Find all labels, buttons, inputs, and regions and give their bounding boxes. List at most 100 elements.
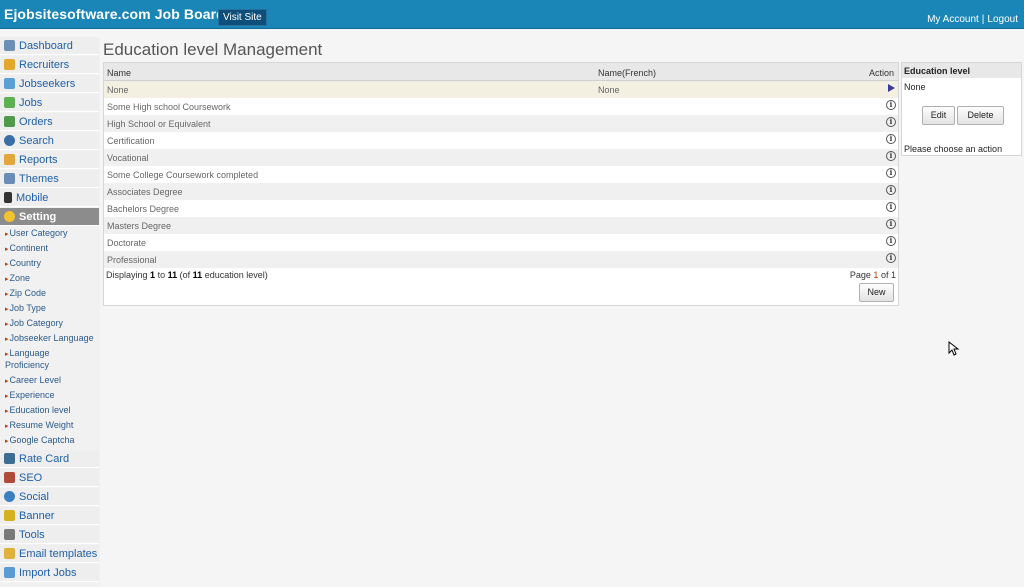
- sidebar-item-reports[interactable]: Reports: [0, 151, 99, 169]
- visit-site-button[interactable]: Visit Site: [218, 9, 267, 26]
- edit-button[interactable]: Edit: [922, 106, 955, 125]
- top-links-separator: |: [981, 14, 985, 25]
- selected-row-arrow-icon[interactable]: [886, 83, 896, 93]
- selected-value: None: [904, 82, 926, 92]
- sidebar-item-label: Email templates: [19, 547, 98, 560]
- sidebar-item-themes[interactable]: Themes: [0, 170, 99, 188]
- sidebar-item-recruiters[interactable]: Recruiters: [0, 56, 99, 74]
- cell-name: Masters Degree: [107, 221, 172, 231]
- sidebar-item-tools[interactable]: Tools: [0, 526, 99, 544]
- info-icon[interactable]: i: [886, 253, 896, 263]
- table-row[interactable]: High School or Equivalent i: [104, 115, 898, 132]
- info-icon[interactable]: i: [886, 202, 896, 212]
- sidebar-item-label: Orders: [19, 115, 53, 128]
- banner-icon: [4, 510, 15, 521]
- submenu-item-career-level[interactable]: ▸Career Level: [5, 375, 100, 387]
- site-brand[interactable]: Ejobsitesoftware.com Job Board: [4, 6, 225, 22]
- info-icon[interactable]: i: [886, 168, 896, 178]
- education-level-table: Name Name(French) Action None None Some …: [103, 62, 899, 306]
- info-icon[interactable]: i: [886, 100, 896, 110]
- delete-button[interactable]: Delete: [957, 106, 1004, 125]
- email-icon: [4, 548, 15, 559]
- detail-panel: Education level None Edit Delete Please …: [901, 62, 1022, 156]
- submenu-item-continent[interactable]: ▸Continent: [5, 243, 100, 255]
- table-row[interactable]: Some High school Coursework i: [104, 98, 898, 115]
- mobile-icon: [4, 192, 12, 203]
- submenu-item-zip-code[interactable]: ▸Zip Code: [5, 288, 100, 300]
- info-icon[interactable]: i: [886, 117, 896, 127]
- sidebar-item-rate-card[interactable]: Rate Card: [0, 450, 99, 468]
- cell-name: Bachelors Degree: [107, 204, 180, 214]
- recruiter-icon: [4, 59, 15, 70]
- cell-name: Some College Coursework completed: [107, 170, 259, 180]
- submenu-item-user-category[interactable]: ▸User Category: [5, 228, 100, 240]
- sidebar-item-mobile[interactable]: Mobile: [0, 189, 99, 207]
- table-row[interactable]: Professional i: [104, 251, 898, 268]
- table-row[interactable]: Certification i: [104, 132, 898, 149]
- submenu-item-jobseeker-language[interactable]: ▸Jobseeker Language: [5, 333, 100, 345]
- table-header: Name Name(French) Action: [104, 63, 898, 81]
- sidebar-item-email-templates[interactable]: Email templates: [0, 545, 99, 563]
- sidebar-item-jobseekers[interactable]: Jobseekers: [0, 75, 99, 93]
- info-icon[interactable]: i: [886, 236, 896, 246]
- sidebar-item-import-jobs[interactable]: Import Jobs: [0, 564, 99, 582]
- sidebar-item-label: Setting: [19, 210, 57, 223]
- sidebar-item-label: Themes: [19, 172, 59, 185]
- home-icon: [4, 40, 15, 51]
- cell-name-french: None: [598, 85, 620, 95]
- sidebar: Dashboard Recruiters Jobseekers Jobs Ord…: [0, 37, 100, 587]
- record-count: Displaying 1 to 11 (of 11 education leve…: [106, 270, 268, 280]
- table-row[interactable]: Bachelors Degree i: [104, 200, 898, 217]
- submenu-item-resume-weight[interactable]: ▸Resume Weight: [5, 420, 100, 432]
- info-icon[interactable]: i: [886, 134, 896, 144]
- submenu-item-zone[interactable]: ▸Zone: [5, 273, 100, 285]
- sidebar-item-jobs[interactable]: Jobs: [0, 94, 99, 112]
- table-row[interactable]: None None: [104, 81, 898, 98]
- info-icon[interactable]: i: [886, 151, 896, 161]
- reports-icon: [4, 154, 15, 165]
- jobseekers-icon: [4, 78, 15, 89]
- submenu-item-google-captcha[interactable]: ▸Google Captcha: [5, 435, 100, 447]
- sidebar-item-label: Tools: [19, 528, 45, 541]
- table-row[interactable]: Masters Degree i: [104, 217, 898, 234]
- table-row[interactable]: Associates Degree i: [104, 183, 898, 200]
- my-account-link[interactable]: My Account: [927, 14, 979, 25]
- submenu-item-job-category[interactable]: ▸Job Category: [5, 318, 100, 330]
- cell-name: Professional: [107, 255, 157, 265]
- panel-message: Please choose an action: [904, 144, 1003, 154]
- submenu-item-language-proficiency[interactable]: ▸Language Proficiency: [5, 348, 75, 371]
- sidebar-item-label: Import Jobs: [19, 566, 77, 579]
- import-icon: [4, 567, 15, 578]
- table-row[interactable]: Doctorate i: [104, 234, 898, 251]
- dollar-icon: [4, 453, 15, 464]
- sidebar-item-seo[interactable]: SEO: [0, 469, 99, 487]
- top-links: My Account | Logout: [927, 14, 1018, 25]
- submenu-item-job-type[interactable]: ▸Job Type: [5, 303, 100, 315]
- cell-name: Associates Degree: [107, 187, 183, 197]
- new-button[interactable]: New: [859, 283, 894, 302]
- sidebar-item-label: Mobile: [16, 191, 49, 204]
- sidebar-item-label: Search: [19, 134, 54, 147]
- sidebar-item-social[interactable]: Social: [0, 488, 99, 506]
- jobs-icon: [4, 97, 15, 108]
- submenu-item-country[interactable]: ▸Country: [5, 258, 100, 270]
- table-row[interactable]: Vocational i: [104, 149, 898, 166]
- sidebar-item-label: Rate Card: [19, 452, 70, 465]
- search-icon: [4, 135, 15, 146]
- info-icon[interactable]: i: [886, 219, 896, 229]
- info-icon[interactable]: i: [886, 185, 896, 195]
- sidebar-item-orders[interactable]: Orders: [0, 113, 99, 131]
- column-header-name-french[interactable]: Name(French): [598, 68, 656, 78]
- cell-name: Some High school Coursework: [107, 102, 231, 112]
- logout-link[interactable]: Logout: [987, 14, 1018, 25]
- orders-icon: [4, 116, 15, 127]
- submenu-item-experience[interactable]: ▸Experience: [5, 390, 100, 402]
- sidebar-item-search[interactable]: Search: [0, 132, 99, 150]
- sidebar-item-setting[interactable]: Setting: [0, 208, 99, 226]
- sidebar-item-dashboard[interactable]: Dashboard: [0, 37, 99, 55]
- column-header-name[interactable]: Name: [107, 68, 131, 78]
- sidebar-item-label: SEO: [19, 471, 43, 484]
- sidebar-item-banner[interactable]: Banner: [0, 507, 99, 525]
- submenu-item-education-level[interactable]: ▸Education level: [5, 405, 100, 417]
- table-row[interactable]: Some College Coursework completed i: [104, 166, 898, 183]
